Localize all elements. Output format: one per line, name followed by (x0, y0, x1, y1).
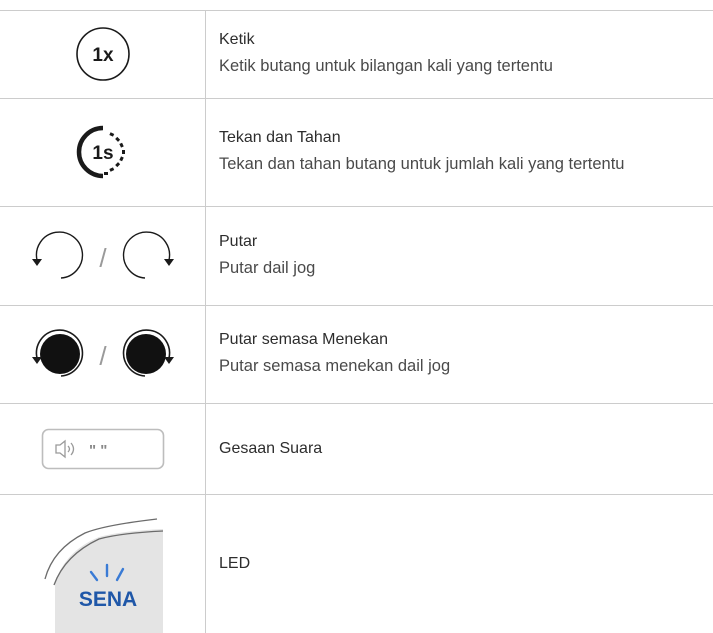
row-description: Tekan dan tahan butang untuk jumlah kali… (219, 155, 625, 173)
rotate-jog-dial-icon: / (31, 230, 174, 279)
icon-cell: " " (0, 403, 205, 494)
row-description: Ketik butang untuk bilangan kali yang te… (219, 57, 553, 75)
ccw-arrow-icon (31, 258, 42, 266)
ccw-arrow-icon (31, 357, 42, 364)
table-row: / Putar semasa Menekan Putar semasa mene… (0, 305, 713, 403)
row-title: Putar semasa Menekan (219, 331, 388, 348)
tap-1x-icon: 1x (75, 27, 130, 81)
cw-arrow-icon (163, 258, 174, 266)
table-row: / Putar Putar dail jog (0, 206, 713, 305)
text-cell: Putar semasa Menekan Putar semasa meneka… (219, 305, 693, 403)
icon-cell: SENA (0, 494, 205, 633)
rotate-separator: / (99, 243, 107, 273)
icon-cell: 1s (0, 98, 205, 206)
voice-prompt-quotes: " " (89, 442, 107, 459)
text-cell: Putar Putar dail jog (219, 206, 693, 305)
row-title: Ketik (219, 31, 255, 48)
table-row: 1s Tekan dan Tahan Tekan dan tahan butan… (0, 98, 713, 206)
text-cell: Tekan dan Tahan Tekan dan tahan butang u… (219, 98, 693, 206)
row-title: Gesaan Suara (219, 439, 323, 457)
table-row: " " Gesaan Suara (0, 403, 713, 494)
tap-icon-label: 1x (92, 45, 114, 66)
button-legend-table: 1x Ketik Ketik butang untuk bilangan kal… (0, 0, 713, 633)
icon-cell: / (0, 305, 205, 403)
rotate-press-separator: / (99, 341, 107, 371)
icon-cell: 1x (0, 10, 205, 98)
led-icon: SENA (43, 518, 163, 633)
hold-icon-label: 1s (92, 143, 113, 164)
sena-logo: SENA (78, 588, 136, 611)
text-cell: Ketik Ketik butang untuk bilangan kali y… (219, 10, 693, 98)
table-row: SENA LED (0, 494, 713, 633)
row-title: LED (219, 554, 251, 572)
cw-arrow-icon (163, 357, 174, 364)
text-cell: LED (219, 494, 693, 633)
row-title: Tekan dan Tahan (219, 129, 341, 146)
voice-prompt-icon: " " (41, 428, 164, 469)
table-row: 1x Ketik Ketik butang untuk bilangan kal… (0, 10, 713, 98)
row-title: Putar (219, 232, 258, 250)
rotate-while-pressing-icon: / (31, 329, 174, 377)
row-description: Putar dail jog (219, 258, 316, 277)
icon-cell: / (0, 206, 205, 305)
press-hold-1s-icon: 1s (76, 125, 125, 179)
text-cell: Gesaan Suara (219, 403, 693, 494)
row-description: Putar semasa menekan dail jog (219, 357, 451, 375)
